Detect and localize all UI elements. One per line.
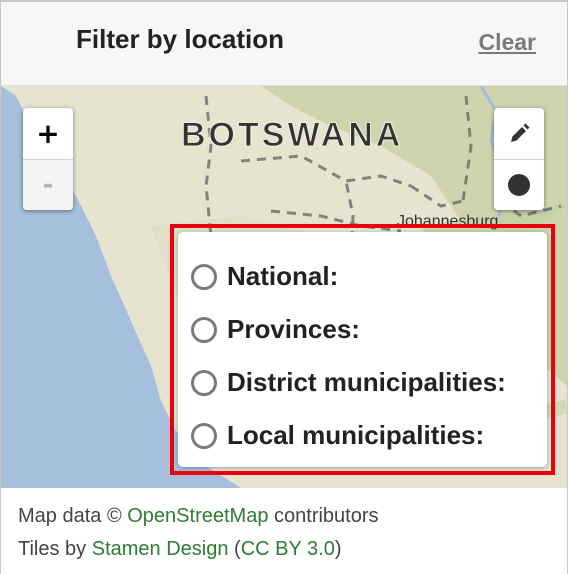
map-label-country: BOTSWANA — [181, 116, 403, 154]
location-filter-panel: Filter by location Clear BOTSWANA Johann… — [0, 0, 568, 574]
clear-link[interactable]: Clear — [478, 29, 536, 56]
cc-by-license-link[interactable]: CC BY 3.0 — [241, 538, 335, 560]
openstreetmap-link[interactable]: OpenStreetMap — [127, 505, 268, 527]
level-option-national[interactable]: National: — [178, 250, 547, 303]
level-option-provinces[interactable]: Provinces: — [178, 303, 547, 356]
zoom-out-button: - — [23, 159, 73, 210]
stamen-design-link[interactable]: Stamen Design — [92, 538, 229, 560]
attribution-text: Map data © — [18, 505, 128, 527]
draw-control — [494, 108, 544, 210]
panel-header: Filter by location Clear — [1, 2, 567, 86]
level-option-district-municipalities[interactable]: District municipalities: — [178, 356, 547, 409]
map-view[interactable]: BOTSWANA Johannesburg + - National: Prov… — [1, 86, 567, 488]
attribution-text: ( — [228, 538, 241, 560]
radio-button[interactable] — [191, 422, 217, 449]
radio-button[interactable] — [191, 263, 217, 290]
zoom-in-button[interactable]: + — [23, 108, 73, 159]
zoom-control: + - — [23, 108, 73, 210]
level-label: District municipalities: — [227, 367, 506, 397]
attribution-line-data: Map data © OpenStreetMap contributors — [18, 500, 567, 533]
map-attribution: Map data © OpenStreetMap contributors Ti… — [1, 488, 567, 574]
radio-button[interactable] — [191, 316, 217, 343]
attribution-text: ) — [334, 538, 342, 560]
attribution-text: contributors — [268, 505, 379, 527]
attribution-text: Tiles by — [18, 538, 92, 560]
level-label: National: — [227, 261, 339, 291]
draw-circle-button[interactable] — [494, 159, 544, 210]
circle-icon — [508, 174, 530, 196]
draw-pencil-button[interactable] — [494, 108, 544, 159]
pencil-icon — [511, 123, 530, 142]
attribution-line-tiles: Tiles by Stamen Design (CC BY 3.0) — [18, 533, 567, 566]
radio-button[interactable] — [191, 369, 217, 396]
panel-title: Filter by location — [76, 24, 285, 54]
level-label: Provinces: — [227, 314, 360, 344]
boundary-level-selector: National: Provinces: District municipali… — [178, 232, 547, 467]
level-option-local-municipalities[interactable]: Local municipalities: — [178, 409, 547, 462]
level-label: Local municipalities: — [227, 420, 485, 450]
